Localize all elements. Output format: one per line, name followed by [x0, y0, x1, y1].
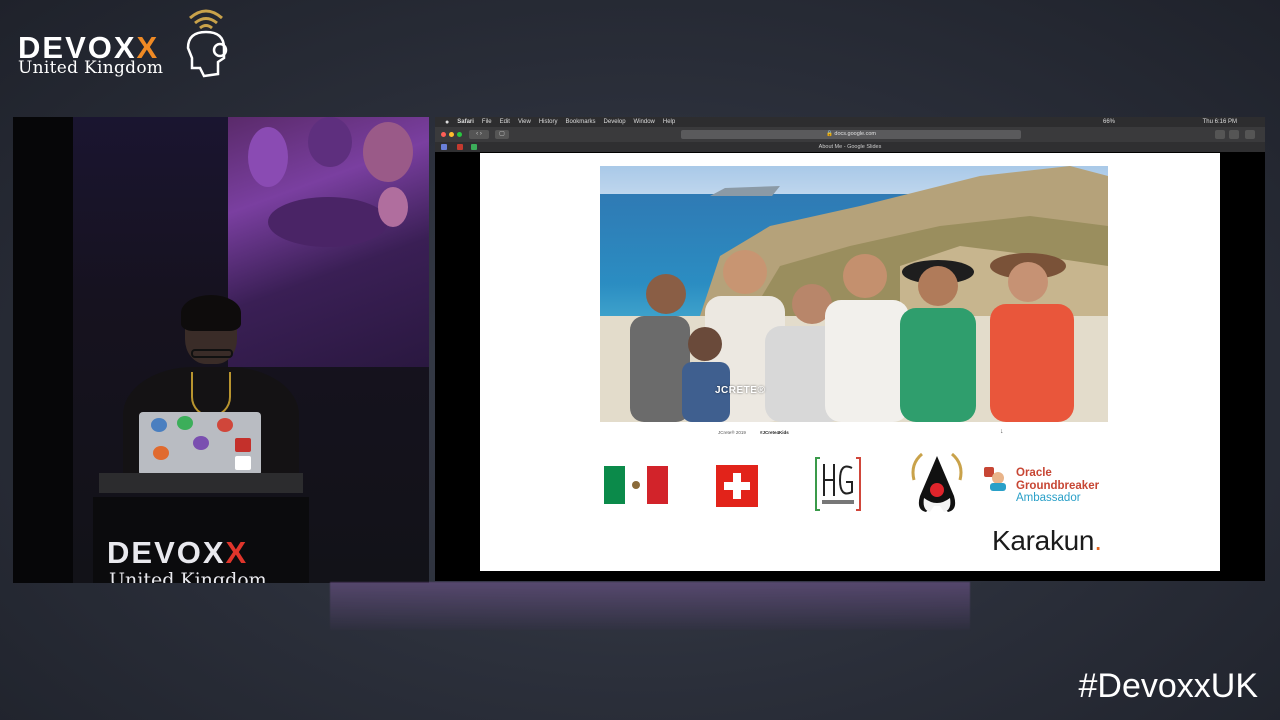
stage-curtain	[13, 117, 73, 583]
menu-file[interactable]: File	[482, 119, 492, 125]
lock-icon: 🔒	[826, 131, 833, 137]
menubar-clock[interactable]: Thu 6:16 PM	[1203, 119, 1237, 125]
google-slide: JCRETE® JCrete® 2019 #JCrete4Kids ↓ Orac…	[480, 153, 1220, 571]
tab-bar: About Me - Google Slides	[435, 142, 1265, 152]
robot-head-icon	[186, 9, 228, 78]
speaker-laptop	[139, 412, 261, 476]
speaker-hair	[181, 295, 241, 331]
speaker-camera-feed: DEVOXX United Kingdom	[13, 117, 429, 583]
photo-overlay-text: JCRETE®	[715, 385, 766, 396]
back-forward-buttons[interactable]: ‹ ›	[469, 130, 489, 139]
menu-develop[interactable]: Develop	[604, 119, 626, 125]
menu-edit[interactable]: Edit	[500, 119, 510, 125]
event-hashtag: #DevoxxUK	[1078, 667, 1258, 705]
zoom-window-button[interactable]	[457, 132, 462, 137]
minimize-window-button[interactable]	[449, 132, 454, 137]
podium: DEVOXX United Kingdom	[93, 497, 309, 583]
caption-right: #JCrete4Kids	[760, 430, 789, 435]
address-bar[interactable]: 🔒 docs.google.com	[681, 130, 1021, 139]
speaker-necklace	[191, 372, 231, 417]
menu-app-name[interactable]: Safari	[457, 119, 474, 125]
browser-toolbar: ‹ › ▢ 🔒 docs.google.com	[435, 127, 1265, 142]
caption-left: JCrete® 2019	[718, 430, 746, 435]
oracle-line2: Groundbreaker	[1016, 479, 1100, 492]
share-icon[interactable]	[1215, 130, 1225, 139]
oracle-line1: Oracle	[1016, 467, 1052, 479]
mac-menubar: ● Safari File Edit View History Bookmark…	[435, 117, 1265, 127]
switzerland-flag	[716, 465, 758, 507]
oracle-ambassador-icon	[984, 467, 1006, 491]
sidebar-toggle-icon[interactable]: ▢	[495, 130, 509, 139]
logo-subtitle: United Kingdom	[18, 58, 164, 78]
tabs-overview-icon[interactable]	[1245, 130, 1255, 139]
close-window-button[interactable]	[441, 132, 446, 137]
favicon-gmail[interactable]	[441, 144, 447, 150]
hackergarten-logo	[815, 457, 861, 511]
menu-bookmarks[interactable]: Bookmarks	[566, 119, 596, 125]
podium-wordmark: DEVOXX	[107, 535, 249, 570]
podium-desk	[99, 473, 303, 493]
devoxx-logo: DEVOXX United Kingdom	[16, 8, 236, 84]
menu-view[interactable]: View	[518, 119, 531, 125]
group-photo: JCRETE®	[600, 166, 1108, 422]
address-bar-url: docs.google.com	[834, 131, 876, 137]
menu-history[interactable]: History	[539, 119, 558, 125]
battery-status[interactable]: 66%	[1103, 119, 1115, 125]
screen-capture: ● Safari File Edit View History Bookmark…	[435, 117, 1265, 581]
favicon-red[interactable]	[457, 144, 463, 150]
oracle-groundbreaker-text: Oracle Groundbreaker Ambassador	[1016, 467, 1099, 505]
menu-help[interactable]: Help	[663, 119, 675, 125]
java-duke-icon	[911, 452, 963, 512]
down-arrow-icon: ↓	[1000, 428, 1004, 435]
favicon-green[interactable]	[471, 144, 477, 150]
stage-floor-strip	[330, 582, 970, 630]
podium-subtitle: United Kingdom	[109, 569, 267, 583]
menu-window[interactable]: Window	[634, 119, 655, 125]
active-tab-title[interactable]: About Me - Google Slides	[819, 144, 882, 150]
photo-landscape	[600, 166, 1108, 422]
background-stage-screen	[228, 117, 429, 367]
downloads-icon[interactable]	[1229, 130, 1239, 139]
karakun-logo: Karakun.	[992, 525, 1102, 556]
oracle-line3: Ambassador	[1016, 492, 1081, 504]
speaker-glasses	[191, 349, 233, 358]
apple-icon[interactable]: ●	[445, 119, 449, 126]
mexico-flag	[604, 466, 668, 504]
